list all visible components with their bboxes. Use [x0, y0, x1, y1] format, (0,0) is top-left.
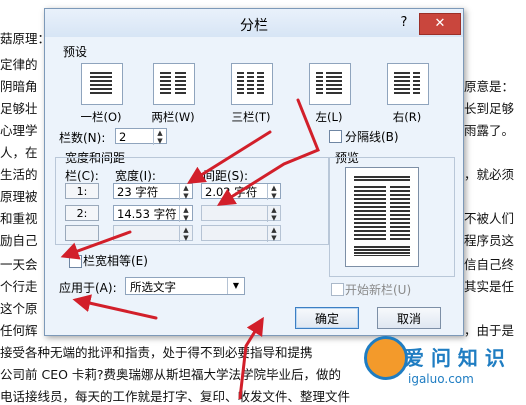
column-2-spacing-input: ▲ ▼ — [201, 205, 281, 222]
column-2-button[interactable]: 2: — [65, 205, 99, 221]
spin-arrows-icon[interactable]: ▲ ▼ — [179, 206, 192, 222]
equal-width-label: 栏宽相等(E) — [83, 254, 148, 268]
spin-arrows-icon: ▲ ▼ — [267, 206, 280, 222]
doc-line: 菇原理： — [0, 31, 51, 46]
preview-page — [345, 167, 419, 267]
doc-line-right: 其实是任 — [464, 279, 515, 294]
doc-line: 原理被 — [0, 189, 38, 204]
column-3-width-input: ▲ ▼ — [113, 225, 193, 242]
spin-arrows-icon: ▲ ▼ — [179, 226, 192, 242]
doc-line-right: 原意是： — [464, 79, 515, 94]
column-3-spacing-input: ▲ ▼ — [201, 225, 281, 242]
preset-right[interactable] — [387, 63, 429, 105]
doc-line-right: 不被人们 — [464, 211, 515, 226]
cancel-button[interactable]: 取消 — [377, 307, 441, 329]
column-1-button[interactable]: 1: — [65, 183, 99, 199]
column-1-spacing-value: 2.02 字符 — [205, 185, 258, 199]
preset-one-column[interactable] — [81, 63, 123, 105]
column-1-width-input[interactable]: 23 字符 ▲ ▼ — [113, 183, 193, 200]
column-2-width-value: 14.53 字符 — [117, 207, 177, 221]
doc-line: 足够壮 — [0, 101, 38, 116]
doc-line: 励自己 — [0, 233, 38, 248]
preset-three-columns-label: 三栏(T) — [231, 110, 271, 124]
spin-arrows-icon[interactable]: ▲ ▼ — [267, 184, 280, 200]
column-1-width-value: 23 字符 — [117, 185, 159, 199]
doc-line: 心理学 — [0, 123, 38, 138]
spin-arrows-icon[interactable]: ▲ ▼ — [153, 129, 166, 145]
doc-line: 这个原 — [0, 301, 38, 316]
spin-arrows-icon: ▲ ▼ — [267, 226, 280, 242]
preset-left[interactable] — [309, 63, 351, 105]
preset-two-columns-label: 两栏(W) — [151, 110, 195, 124]
column-1-spacing-input[interactable]: 2.02 字符 ▲ ▼ — [201, 183, 281, 200]
doc-line: 接受各种无端的批评和指责，处于得不到必要指导和提携 — [0, 345, 313, 360]
doc-line: 定律的 — [0, 57, 38, 72]
spin-arrows-icon[interactable]: ▲ ▼ — [179, 184, 192, 200]
column-2-width-input[interactable]: 14.53 字符 ▲ ▼ — [113, 205, 193, 222]
doc-line: 公司前 CEO 卡莉?费奥瑞娜从斯坦福大学法学院毕业后，做的 — [0, 367, 342, 382]
doc-line-right: 雨露了。 — [464, 123, 515, 138]
columns-count-value: 2 — [119, 130, 127, 144]
preset-left-label: 左(L) — [315, 110, 343, 124]
doc-line-right: 信自己终 — [464, 257, 515, 272]
doc-line: 个行走 — [0, 279, 38, 294]
preset-two-columns[interactable] — [153, 63, 195, 105]
doc-line: 电话接线员，每天的工作就是打字、复印、收发文件、整理文件 — [0, 389, 351, 404]
watermark: 爱 问 知 识 igaluo.com — [364, 336, 522, 396]
help-button[interactable]: ? — [393, 13, 415, 33]
columns-count-label: 栏数(N): — [59, 131, 106, 145]
chevron-down-icon[interactable]: ▼ — [227, 278, 244, 294]
apply-to-label: 应用于(A): — [59, 281, 117, 295]
spacing-header: 间距(S): — [203, 169, 249, 183]
columns-count-input[interactable]: 2 ▲ ▼ — [115, 128, 167, 145]
watermark-logo-icon — [364, 336, 408, 380]
watermark-url: igaluo.com — [408, 372, 474, 386]
close-button[interactable]: ✕ — [419, 13, 461, 35]
divider-checkbox[interactable] — [329, 130, 342, 143]
columns-dialog: 分栏 ? ✕ 预设 一栏(O) 两栏(W) 三栏(T) 左(L) 右(R) 栏数… — [44, 8, 464, 336]
preset-one-column-label: 一栏(O) — [80, 110, 122, 124]
doc-line: 阴暗角 — [0, 79, 38, 94]
equal-width-checkbox[interactable] — [69, 255, 82, 268]
doc-line: 生活的 — [0, 167, 38, 182]
width-header: 宽度(I): — [115, 169, 156, 183]
doc-line: 一天会 — [0, 257, 38, 272]
new-column-checkbox — [331, 283, 344, 296]
preset-three-columns[interactable] — [231, 63, 273, 105]
apply-to-select[interactable]: 所选文字 ▼ — [125, 277, 245, 295]
column-3-button — [65, 225, 99, 241]
presets-label: 预设 — [63, 45, 88, 59]
new-column-label: 开始新栏(U) — [345, 283, 412, 297]
divider-label: 分隔线(B) — [345, 130, 399, 144]
dialog-titlebar[interactable]: 分栏 ? ✕ — [45, 9, 463, 37]
ok-button[interactable]: 确定 — [295, 307, 359, 329]
doc-line-right: 程序员这 — [464, 233, 515, 248]
doc-line-right: 长到足够 — [464, 101, 515, 116]
doc-line: 任何辉 — [0, 323, 38, 338]
apply-to-value: 所选文字 — [130, 280, 176, 294]
watermark-text: 爱 问 知 识 — [404, 346, 505, 370]
preset-right-label: 右(R) — [392, 110, 422, 124]
doc-line-right: ，就必须 — [464, 167, 515, 182]
doc-line: 和重视 — [0, 211, 38, 226]
column-header: 栏(C): — [65, 169, 99, 183]
doc-line: 人，在 — [0, 145, 38, 160]
